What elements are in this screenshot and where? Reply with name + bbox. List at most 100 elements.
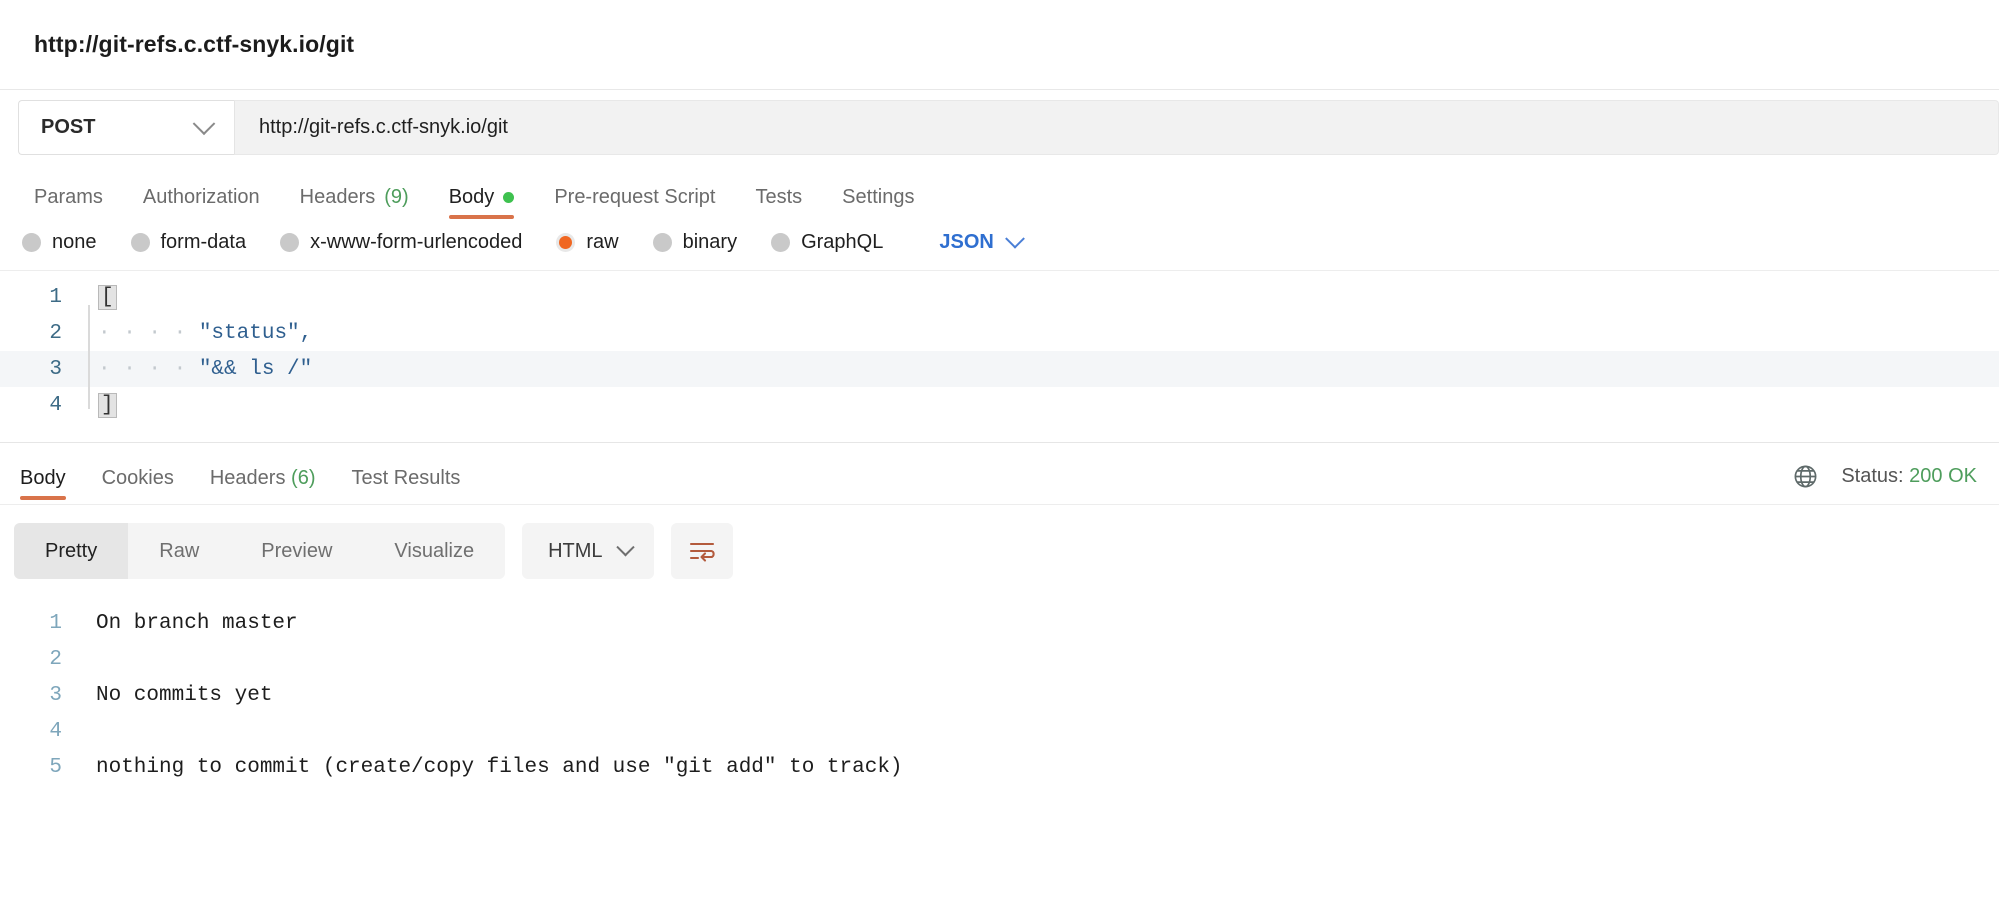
- response-tab-headers[interactable]: Headers (6): [192, 467, 334, 504]
- response-body-line: 4: [0, 713, 1999, 749]
- editor-line-text: "&& ls /": [199, 358, 312, 381]
- indent-dots: · · · ·: [98, 358, 199, 381]
- body-type-none[interactable]: none: [22, 231, 97, 254]
- view-mode-visualize[interactable]: Visualize: [363, 523, 505, 579]
- tab-authorization[interactable]: Authorization: [123, 186, 280, 223]
- radio-icon: [771, 233, 790, 252]
- line-number: 3: [0, 358, 88, 381]
- request-body-editor[interactable]: 1 [ 2 · · · · "status", 3 · · · · "&& ls…: [0, 271, 1999, 443]
- bracket-open: [: [98, 285, 117, 310]
- tab-tests[interactable]: Tests: [735, 186, 822, 223]
- response-tab-headers-count: (6): [291, 467, 315, 489]
- view-mode-visualize-label: Visualize: [394, 540, 474, 563]
- response-tab-cookies-label: Cookies: [102, 467, 174, 489]
- view-mode-pretty-label: Pretty: [45, 540, 97, 563]
- chevron-down-icon: [616, 538, 634, 556]
- body-type-x-www-form-urlencoded-label: x-www-form-urlencoded: [310, 231, 522, 254]
- indent-dots: · · · ·: [98, 322, 199, 345]
- response-language-label: HTML: [548, 540, 602, 563]
- globe-icon[interactable]: [1792, 463, 1819, 490]
- url-bar: POST http://git-refs.c.ctf-snyk.io/git: [0, 90, 1999, 165]
- body-type-binary-label: binary: [683, 231, 737, 254]
- line-number: 2: [0, 322, 88, 345]
- status-label: Status:: [1841, 465, 1903, 487]
- tab-authorization-label: Authorization: [143, 186, 260, 209]
- response-body-text: No commits yet: [88, 684, 272, 707]
- raw-format-select[interactable]: JSON: [939, 231, 1021, 254]
- radio-icon: [280, 233, 299, 252]
- body-type-binary[interactable]: binary: [653, 231, 737, 254]
- body-type-graphql[interactable]: GraphQL: [771, 231, 883, 254]
- body-type-raw-label: raw: [586, 231, 618, 254]
- line-number: 1: [0, 612, 88, 635]
- view-mode-preview[interactable]: Preview: [230, 523, 363, 579]
- response-tab-test-results-label: Test Results: [351, 467, 460, 489]
- line-number: 3: [0, 684, 88, 707]
- tab-params-label: Params: [34, 186, 103, 209]
- line-number: 4: [0, 394, 88, 417]
- tab-body[interactable]: Body: [429, 186, 535, 223]
- response-body-text: nothing to commit (create/copy files and…: [88, 756, 903, 779]
- response-tabs: Body Cookies Headers (6) Test Results: [0, 467, 478, 504]
- tab-body-label: Body: [449, 186, 495, 209]
- line-number: 2: [0, 648, 88, 671]
- response-tab-headers-label: Headers: [210, 467, 286, 489]
- request-tabs: Params Authorization Headers (9) Body Pr…: [0, 165, 1999, 223]
- word-wrap-button[interactable]: [671, 523, 733, 579]
- status-value: 200 OK: [1909, 465, 1977, 487]
- tab-headers-label: Headers: [300, 186, 376, 209]
- chevron-down-icon: [1005, 228, 1025, 248]
- response-language-select[interactable]: HTML: [522, 523, 653, 579]
- response-tab-body[interactable]: Body: [2, 467, 84, 504]
- response-body-text: On branch master: [88, 612, 298, 635]
- word-wrap-icon: [687, 538, 717, 564]
- body-type-none-label: none: [52, 231, 97, 254]
- line-number: 4: [0, 720, 88, 743]
- bracket-close: ]: [98, 393, 117, 418]
- tab-headers[interactable]: Headers (9): [280, 186, 429, 223]
- radio-selected-icon: [556, 233, 575, 252]
- response-view-toolbar: Pretty Raw Preview Visualize HTML: [0, 505, 1999, 595]
- response-body-line: 2: [0, 641, 1999, 677]
- view-mode-raw[interactable]: Raw: [128, 523, 230, 579]
- tab-settings[interactable]: Settings: [822, 186, 934, 223]
- body-type-form-data-label: form-data: [161, 231, 247, 254]
- http-method-select[interactable]: POST: [18, 100, 234, 155]
- response-view-mode-group: Pretty Raw Preview Visualize: [14, 523, 505, 579]
- response-status-area: Status: 200 OK: [1792, 463, 1977, 504]
- url-input-value: http://git-refs.c.ctf-snyk.io/git: [259, 116, 508, 139]
- editor-line-content[interactable]: · · · · "status",: [88, 322, 1999, 345]
- editor-line-text: "status",: [199, 322, 312, 345]
- tab-settings-label: Settings: [842, 186, 914, 209]
- editor-line: 4 ]: [0, 387, 1999, 423]
- response-tab-cookies[interactable]: Cookies: [84, 467, 192, 504]
- body-type-raw[interactable]: raw: [556, 231, 618, 254]
- editor-line-content[interactable]: ]: [88, 393, 1999, 418]
- body-type-options: none form-data x-www-form-urlencoded raw…: [0, 223, 1999, 271]
- editor-line-content[interactable]: [: [88, 285, 1999, 310]
- body-modified-dot-icon: [503, 192, 514, 203]
- response-body-line: 1 On branch master: [0, 605, 1999, 641]
- response-tab-body-label: Body: [20, 467, 66, 489]
- response-body-viewer[interactable]: 1 On branch master 2 3 No commits yet 4 …: [0, 595, 1999, 785]
- page-title: http://git-refs.c.ctf-snyk.io/git: [34, 31, 354, 58]
- url-input[interactable]: http://git-refs.c.ctf-snyk.io/git: [234, 100, 1999, 155]
- view-mode-pretty[interactable]: Pretty: [14, 523, 128, 579]
- chevron-down-icon: [193, 112, 216, 135]
- editor-line: 1 [: [0, 279, 1999, 315]
- line-number: 5: [0, 756, 88, 779]
- radio-icon: [22, 233, 41, 252]
- editor-line: 2 · · · · "status",: [0, 315, 1999, 351]
- tab-params[interactable]: Params: [14, 186, 123, 223]
- response-tabs-bar: Body Cookies Headers (6) Test Results St…: [0, 443, 1999, 505]
- response-tab-test-results[interactable]: Test Results: [333, 467, 478, 504]
- tab-headers-count: (9): [384, 186, 408, 209]
- body-type-form-data[interactable]: form-data: [131, 231, 247, 254]
- response-body-line: 3 No commits yet: [0, 677, 1999, 713]
- body-type-x-www-form-urlencoded[interactable]: x-www-form-urlencoded: [280, 231, 522, 254]
- editor-line-content[interactable]: · · · · "&& ls /": [88, 358, 1999, 381]
- view-mode-raw-label: Raw: [159, 540, 199, 563]
- tab-pre-request-script[interactable]: Pre-request Script: [534, 186, 735, 223]
- status-badge: Status: 200 OK: [1841, 465, 1977, 488]
- editor-line-active: 3 · · · · "&& ls /": [0, 351, 1999, 387]
